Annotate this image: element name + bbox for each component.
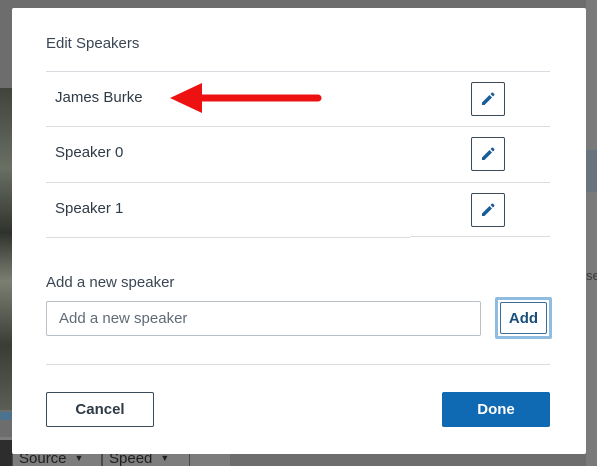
add-speaker-button[interactable]: Add (495, 297, 552, 339)
row-divider-extension (410, 71, 550, 237)
background-highlight-band (586, 150, 597, 192)
speaker-row: Speaker 1 (46, 182, 410, 238)
edit-speakers-dialog: Edit Speakers James Burke Speaker 0 Spea… (12, 8, 586, 454)
divider (410, 126, 550, 127)
speaker-name: James Burke (55, 89, 143, 106)
list-divider (46, 237, 410, 238)
new-speaker-input[interactable] (46, 301, 481, 336)
background-right-panel (586, 0, 597, 466)
done-button[interactable]: Done (442, 392, 550, 427)
add-button-label: Add (500, 302, 547, 334)
speaker-name: Speaker 0 (55, 144, 124, 161)
speaker-name: Speaker 1 (55, 200, 124, 217)
footer-divider (46, 364, 550, 365)
chevron-down-icon: ▼ (160, 453, 170, 463)
speaker-row: Speaker 0 (46, 126, 410, 182)
background-video-thumbnail (0, 88, 12, 410)
cancel-button[interactable]: Cancel (46, 392, 154, 427)
add-speaker-label: Add a new speaker (46, 274, 175, 291)
chevron-down-icon: ▼ (74, 453, 84, 463)
background-progress-strip (0, 412, 12, 420)
background-toolbar-edge (0, 440, 12, 466)
divider (410, 182, 550, 183)
red-arrow-annotation (170, 83, 322, 113)
background-right-text: se (586, 268, 597, 283)
dialog-title: Edit Speakers (46, 35, 140, 52)
